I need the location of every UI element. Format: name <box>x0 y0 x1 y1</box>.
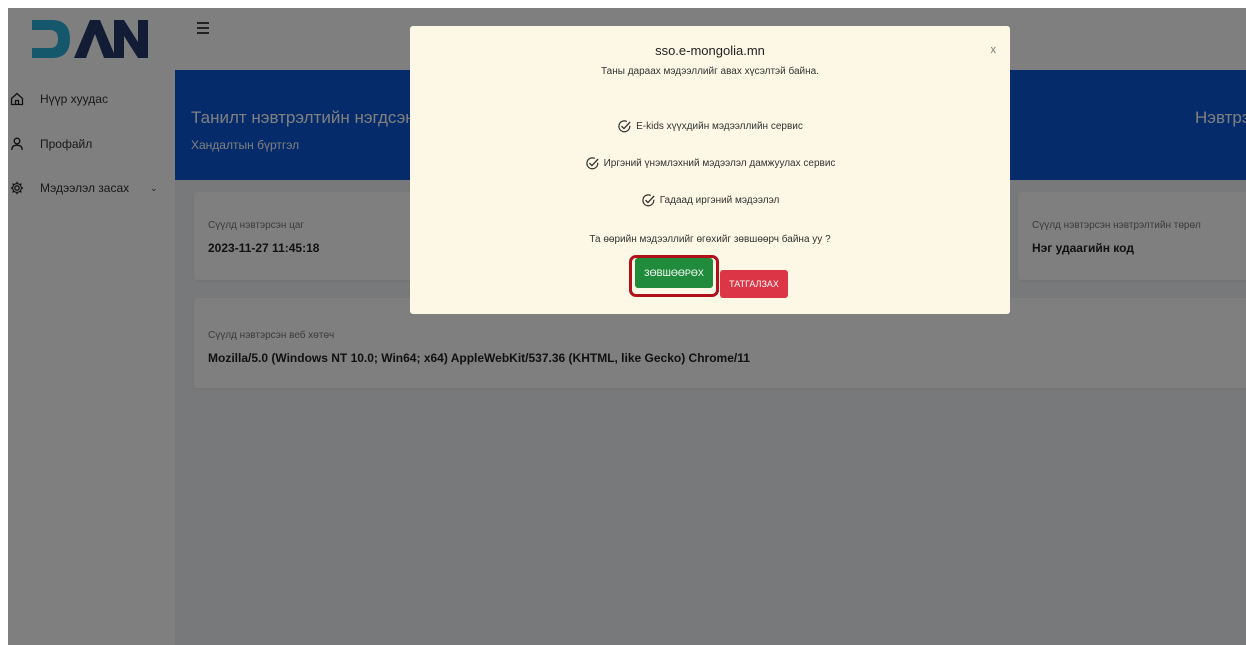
allow-button-highlight: ЗӨВШӨӨРӨХ <box>629 255 719 297</box>
app-window: Нүүр хуудас Профайл Мэдээлэл засах ⌄ Тан… <box>8 8 1246 645</box>
deny-button[interactable]: ТАТГАЛЗАХ <box>720 270 788 298</box>
dialog-subtitle: Таны дараах мэдээллийг авах хүсэлтэй бай… <box>600 66 819 77</box>
check-circle-icon <box>618 120 631 133</box>
permission-label: Иргэний үнэмлэхний мэдээлэл дамжуулах се… <box>603 158 836 169</box>
permission-label: E-kids хүүхдийн мэдээллийн сервис <box>636 121 803 132</box>
allow-button[interactable]: ЗӨВШӨӨРӨХ <box>635 258 713 288</box>
consent-question: Та өөрийн мэдээллийг өгөхийг зөвшөөрч ба… <box>589 234 831 245</box>
check-circle-icon <box>642 194 655 207</box>
permission-item: Иргэний үнэмлэхний мэдээлэл дамжуулах се… <box>410 156 1010 171</box>
check-circle-icon <box>585 157 599 170</box>
permission-label: Гадаад иргэний мэдээлэл <box>659 195 780 206</box>
dialog-title: sso.e-mongolia.mn <box>655 43 765 58</box>
permission-item: E-kids хүүхдийн мэдээллийн сервис <box>410 119 1010 134</box>
consent-dialog: x sso.e-mongolia.mn Таны дараах мэдээлли… <box>410 26 1010 314</box>
permission-item: Гадаад иргэний мэдээлэл <box>410 193 1010 208</box>
